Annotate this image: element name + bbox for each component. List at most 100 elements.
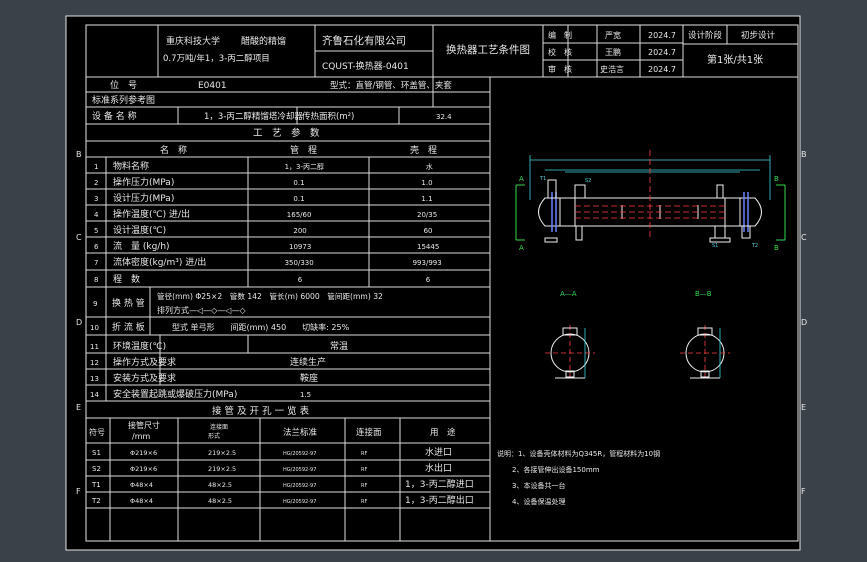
border-letter: E [76,403,81,412]
nozzle-face: 219×2.5 [208,449,236,457]
position-label: 位 号 [110,79,137,91]
nozzle-standard: HG/20592-97 [283,467,316,473]
param-name: 程 数 [113,273,140,285]
param-tube-value: 165/60 [287,211,312,219]
param-tube-value: 0.1 [293,179,304,187]
sheet-count: 第1张/共1张 [707,53,763,66]
param-tube-value: 200 [293,227,306,235]
nozzle-connection: RF [361,451,367,457]
nozzle-connection: RF [361,499,367,505]
border-letter: D [801,318,807,327]
params-header: 工 艺 参 数 [253,127,320,139]
view-marker-b: B [774,244,779,252]
param-tube-value: 0.1 [293,195,304,203]
sign-date: 2024.7 [648,65,676,74]
border-letter: C [801,233,807,242]
signer-name: 王鹏 [605,47,621,57]
nozzle-connection: RF [361,467,367,473]
row-number: 6 [94,243,99,251]
extra-value: 常温 [330,340,348,352]
stage-value: 初步设计 [741,30,776,41]
sign-date: 2024.7 [648,48,676,57]
params-col-shell: 壳 程 [410,144,437,156]
role-label: 校 核 [548,47,572,57]
tube-label: 换 热 管 [112,297,145,309]
extra-label: 环境温度(℃) [113,340,166,352]
row-number: 13 [90,375,99,383]
nozzle-col-purpose: 用 途 [430,427,456,438]
nozzle-callout: S2 [585,178,591,184]
view-marker-a: A [519,175,524,183]
row-number: 8 [94,276,98,284]
border-letter: B [801,150,807,159]
company-name: 齐鲁石化有限公司 [322,34,406,47]
row-number: 2 [94,179,98,187]
extra-label: 安装方式及要求 [113,372,176,384]
tube-layout: 排列方式—◁—◇—◁—◇ [157,305,246,315]
position-value: E0401 [198,81,227,91]
extra-label: 安全装置起跳或爆破压力(MPa) [113,388,237,400]
university-name: 重庆科技大学 [166,35,220,47]
nozzle-callout: S1 [712,243,718,249]
row-number: 11 [90,343,99,351]
border-letter: B [76,150,82,159]
baffle-label: 折 流 板 [112,321,145,333]
extra-value: 鞍座 [300,372,318,384]
param-name: 设计压力(MPa) [113,192,174,204]
nozzle-size: Φ48×4 [130,481,153,489]
param-name: 流 量 (kg/h) [113,240,170,252]
param-name: 物料名称 [113,160,149,172]
param-name: 操作温度(℃) 进/出 [113,208,190,220]
param-name: 设计温度(℃) [113,224,166,236]
row-number: 14 [90,391,99,399]
stage-label: 设计阶段 [688,30,723,41]
nozzle-size: Φ219×6 [130,449,157,457]
nozzle-symbol: S1 [92,449,101,457]
signer-name: 史浩言 [600,64,624,74]
note-line: 3、本设备共一台 [512,481,565,490]
border-letter: F [801,487,806,496]
view-marker-b: B [774,175,779,183]
row-number: 9 [93,300,97,308]
row-number: 4 [94,211,99,219]
equipment-type: 型式：直管/钢管、环盖管、夹套 [330,80,452,91]
param-shell-value: 60 [424,227,433,235]
drawing-title: 换热器工艺条件图 [446,43,530,56]
project-line2: 0.7万吨/年1，3-丙二醇项目 [163,53,270,64]
row-number: 12 [90,359,99,367]
standard-reference: 标准系列参考图 [92,94,155,106]
nozzle-col-connection: 连接面 [356,427,382,438]
sign-date: 2024.7 [648,31,676,40]
section-a-label: A—A [560,290,577,298]
equipment-label: 设 备 名 称 [92,110,137,122]
param-shell-value: 20/35 [417,211,437,219]
params-col-tube: 管 程 [290,144,317,156]
nozzle-size: Φ48×4 [130,497,153,505]
nozzle-symbol: S2 [92,465,101,473]
row-number: 5 [94,227,98,235]
param-name: 流体密度(kg/m³) 进/出 [113,256,206,268]
area-label: 传热面积(m²) [302,111,354,122]
param-shell-value: 15445 [417,243,439,251]
nozzle-callout: T1 [539,176,546,182]
nozzle-standard: HG/20592-97 [283,483,316,489]
param-name: 操作压力(MPa) [113,176,174,188]
border-letter: E [801,403,806,412]
nozzle-symbol: T1 [91,481,101,489]
drawing-number: CQUST-换热器-0401 [322,60,409,72]
baffle-spec: 型式 单弓形 间距(mm) 450 切缺率: 25% [172,322,350,332]
param-tube-value: 1，3-丙二醇 [285,162,324,171]
extra-label: 操作方式及要求 [113,356,176,368]
row-number: 7 [94,259,98,267]
nozzle-face: 48×2.5 [208,497,232,505]
nozzle-purpose: 水进口 [425,446,452,458]
param-shell-value: 6 [426,276,431,284]
border-letter: F [76,487,81,496]
extra-value: 1.5 [300,391,311,399]
param-shell-value: 水 [426,162,433,171]
note-line: 说明：1、设备壳体材料为Q345R，管程材料为10钢 [497,449,660,458]
nozzle-standard: HG/20592-97 [283,451,316,457]
row-number: 1 [94,163,98,171]
nozzle-purpose: 1，3-丙二醇进口 [405,478,474,490]
note-line: 2、各接管伸出设备150mm [512,465,600,474]
